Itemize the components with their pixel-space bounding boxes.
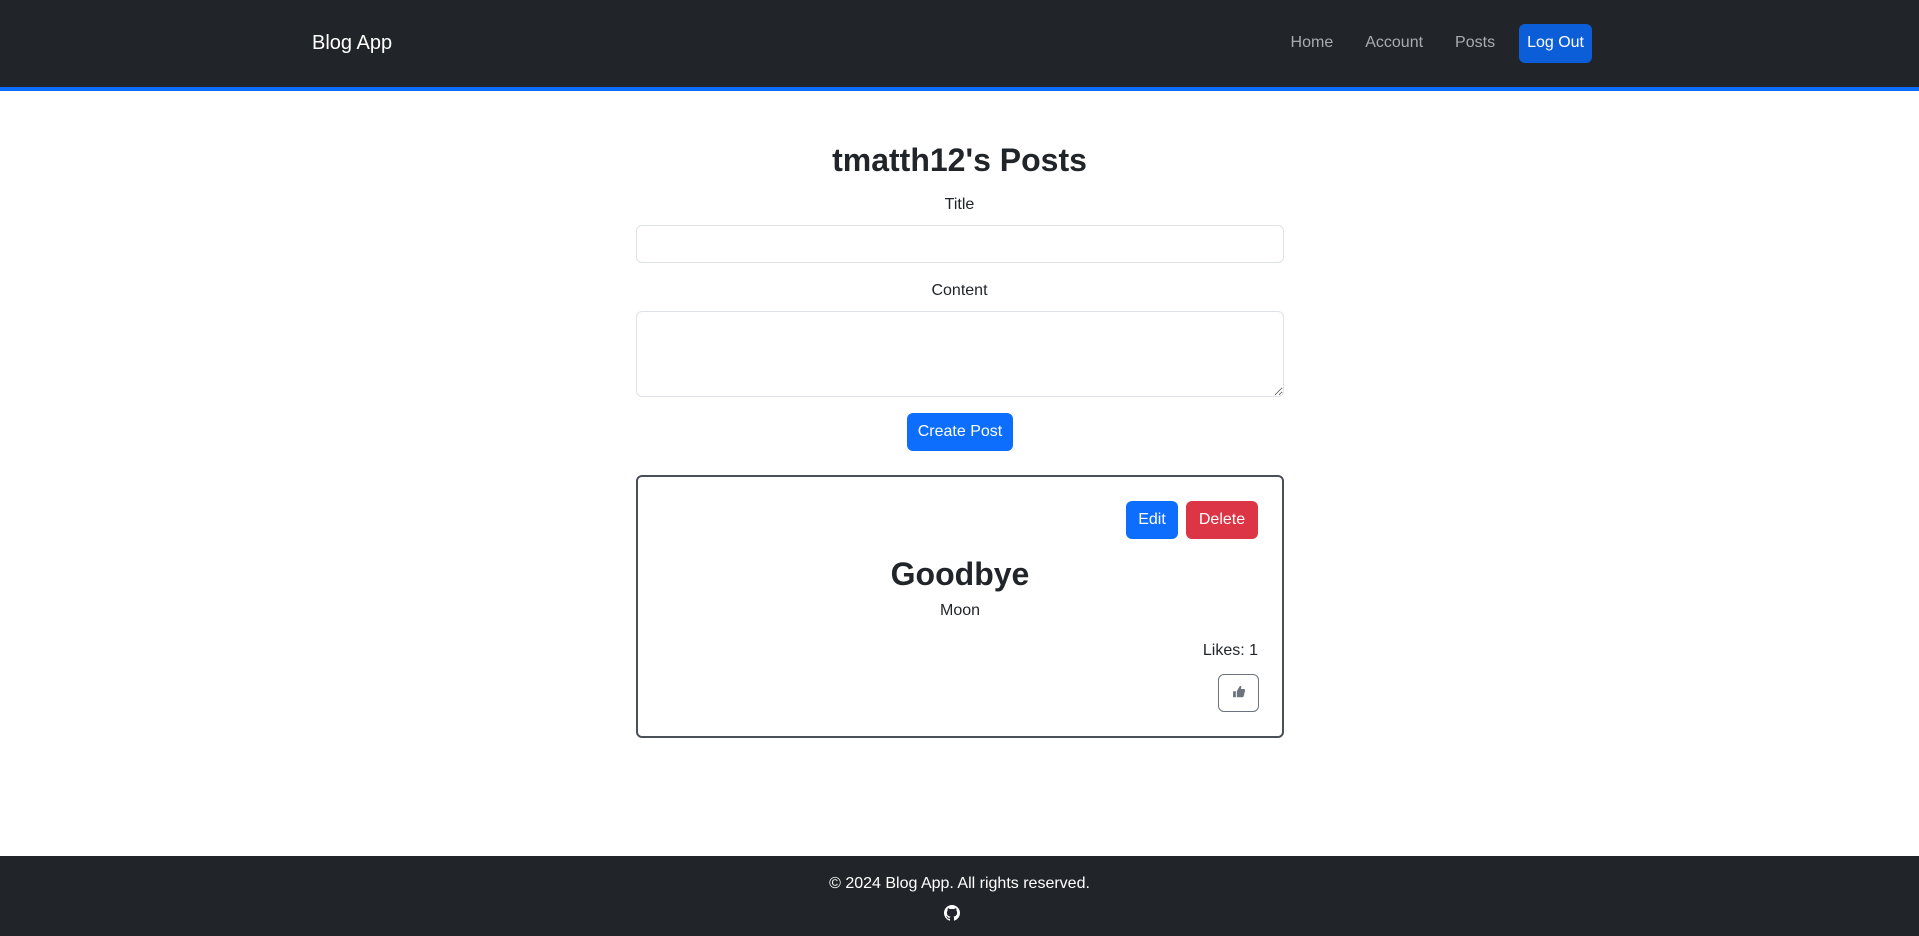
edit-post-button[interactable]: Edit: [1126, 501, 1178, 539]
like-button[interactable]: [1218, 674, 1259, 712]
post-content: Moon: [939, 602, 981, 619]
nav-link-home[interactable]: Home: [1291, 23, 1334, 63]
post-title: Goodbye: [890, 556, 1030, 592]
post-card: Edit Delete Goodbye Moon Likes: 1: [636, 475, 1284, 738]
title-label: Title: [944, 196, 975, 213]
content-textarea[interactable]: [636, 311, 1284, 397]
page-title: tmatth12's Posts: [832, 142, 1087, 178]
nav-link-posts[interactable]: Posts: [1455, 23, 1495, 63]
thumbs-up-icon: [1232, 685, 1246, 702]
create-post-button[interactable]: Create Post: [907, 413, 1013, 451]
footer: © 2024 Blog App. All rights reserved.: [0, 856, 1919, 936]
github-link[interactable]: [943, 905, 961, 923]
page: Blog App Home Account Posts Log Out tmat…: [0, 0, 1919, 936]
nav-links: Home Account Posts Log Out: [1259, 23, 1592, 63]
footer-copyright: © 2024 Blog App. All rights reserved.: [829, 875, 1090, 892]
brand-link[interactable]: Blog App: [312, 30, 392, 56]
likes-count: Likes: 1: [1202, 642, 1258, 659]
content-label: Content: [931, 282, 988, 299]
logout-button[interactable]: Log Out: [1519, 23, 1592, 63]
github-icon: [944, 905, 960, 925]
title-input[interactable]: [636, 225, 1284, 263]
delete-post-button[interactable]: Delete: [1186, 501, 1258, 539]
nav-link-account[interactable]: Account: [1365, 23, 1423, 63]
navbar: Blog App Home Account Posts Log Out: [0, 0, 1919, 91]
